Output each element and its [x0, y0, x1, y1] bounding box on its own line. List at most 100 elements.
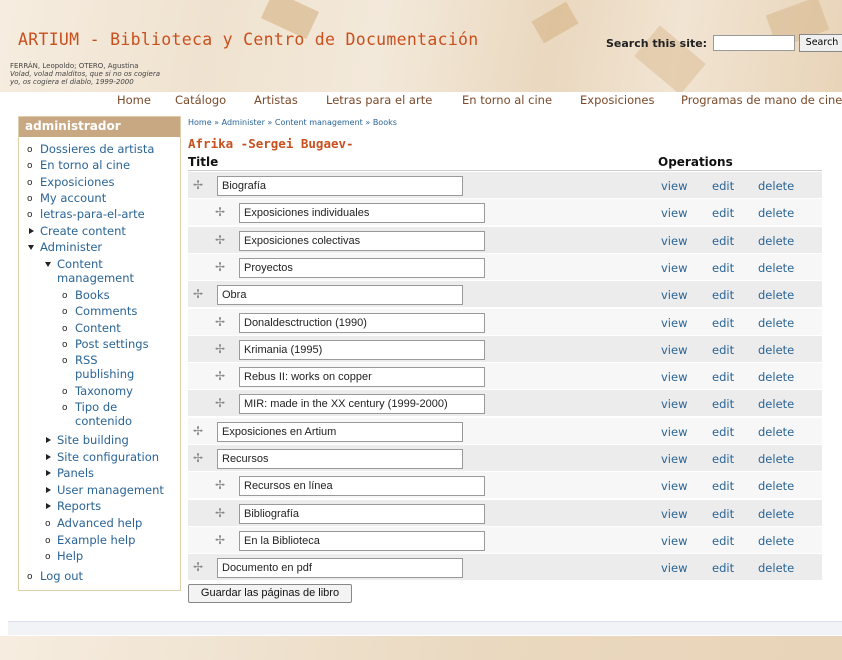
drag-handle-icon[interactable]: ✢ — [215, 397, 225, 409]
page-title-input[interactable]: Krimania (1995) — [239, 339, 485, 360]
delete-link[interactable]: delete — [758, 343, 794, 357]
page-title-input[interactable]: En la Biblioteca — [239, 530, 485, 551]
drag-handle-icon[interactable]: ✢ — [215, 261, 225, 273]
sidebar-item-comments[interactable]: Comments — [75, 304, 137, 318]
page-title-input[interactable]: Biografía — [217, 176, 463, 196]
page-title-input[interactable]: Recursos — [217, 449, 463, 469]
view-link[interactable]: view — [661, 179, 687, 193]
drag-handle-icon[interactable]: ✢ — [215, 370, 225, 382]
delete-link[interactable]: delete — [758, 534, 794, 548]
edit-link[interactable]: edit — [712, 370, 734, 384]
delete-link[interactable]: delete — [758, 425, 794, 439]
view-link[interactable]: view — [661, 206, 687, 220]
view-link[interactable]: view — [661, 316, 687, 330]
sidebar-item-content[interactable]: Content — [75, 321, 121, 335]
drag-handle-icon[interactable]: ✢ — [193, 425, 203, 437]
view-link[interactable]: view — [661, 507, 687, 521]
edit-link[interactable]: edit — [712, 534, 734, 548]
delete-link[interactable]: delete — [758, 316, 794, 330]
sidebar-item-help[interactable]: Help — [57, 549, 83, 563]
delete-link[interactable]: delete — [758, 261, 794, 275]
edit-link[interactable]: edit — [712, 561, 734, 575]
view-link[interactable]: view — [661, 234, 687, 248]
view-link[interactable]: view — [661, 479, 687, 493]
search-button[interactable]: Search — [799, 34, 842, 52]
site-title[interactable]: ARTIUM - Biblioteca y Centro de Document… — [18, 30, 479, 49]
sidebar-item-books[interactable]: Books — [75, 288, 110, 302]
page-title-input[interactable]: Rebus II: works on copper — [239, 367, 485, 388]
delete-link[interactable]: delete — [758, 479, 794, 493]
edit-link[interactable]: edit — [712, 343, 734, 357]
delete-link[interactable]: delete — [758, 288, 794, 302]
delete-link[interactable]: delete — [758, 206, 794, 220]
nav-artistas[interactable]: Artistas — [254, 93, 298, 107]
view-link[interactable]: view — [661, 397, 687, 411]
sidebar-item-panels[interactable]: Panels — [57, 466, 94, 480]
sidebar-item-site-configuration[interactable]: Site configuration — [57, 450, 159, 464]
sidebar-item-torno-cine[interactable]: En torno al cine — [40, 158, 130, 172]
view-link[interactable]: view — [661, 343, 687, 357]
sidebar-item-taxonomy[interactable]: Taxonomy — [75, 384, 133, 398]
edit-link[interactable]: edit — [712, 397, 734, 411]
breadcrumb-administer[interactable]: Administer — [222, 118, 265, 127]
sidebar-item-example-help[interactable]: Example help — [57, 533, 135, 547]
nav-catalogo[interactable]: Catálogo — [175, 93, 226, 107]
view-link[interactable]: view — [661, 425, 687, 439]
view-link[interactable]: view — [661, 370, 687, 384]
view-link[interactable]: view — [661, 261, 687, 275]
breadcrumb-home[interactable]: Home — [188, 118, 212, 127]
breadcrumb-content-management[interactable]: Content management — [275, 118, 363, 127]
nav-home[interactable]: Home — [117, 93, 151, 107]
sidebar-item-content-management-cont[interactable]: management — [57, 271, 134, 285]
drag-handle-icon[interactable]: ✢ — [193, 452, 203, 464]
drag-handle-icon[interactable]: ✢ — [215, 343, 225, 355]
nav-exposiciones[interactable]: Exposiciones — [580, 93, 655, 107]
drag-handle-icon[interactable]: ✢ — [215, 479, 225, 491]
sidebar-item-my-account[interactable]: My account — [40, 191, 106, 205]
view-link[interactable]: view — [661, 561, 687, 575]
delete-link[interactable]: delete — [758, 397, 794, 411]
drag-handle-icon[interactable]: ✢ — [193, 179, 203, 191]
page-title-input[interactable]: Exposiciones en Artium — [217, 421, 463, 442]
drag-handle-icon[interactable]: ✢ — [215, 534, 225, 546]
sidebar-item-dossieres[interactable]: Dossieres de artista — [40, 142, 154, 156]
drag-handle-icon[interactable]: ✢ — [193, 288, 203, 300]
page-title-input[interactable]: MIR: made in the XX century (1999-2000) — [239, 394, 485, 415]
edit-link[interactable]: edit — [712, 452, 734, 466]
sidebar-item-tipo-cont[interactable]: contenido — [75, 414, 132, 428]
page-title-input[interactable]: Proyectos — [239, 257, 485, 278]
view-link[interactable]: view — [661, 452, 687, 466]
page-title-input[interactable]: Obra — [217, 285, 463, 306]
sidebar-item-user-management[interactable]: User management — [57, 483, 164, 497]
delete-link[interactable]: delete — [758, 179, 794, 193]
drag-handle-icon[interactable]: ✢ — [215, 507, 225, 519]
edit-link[interactable]: edit — [712, 425, 734, 439]
sidebar-item-log-out[interactable]: Log out — [40, 569, 83, 583]
nav-programas[interactable]: Programas de mano de cine — [681, 93, 842, 107]
delete-link[interactable]: delete — [758, 370, 794, 384]
breadcrumb-books[interactable]: Books — [373, 118, 397, 127]
edit-link[interactable]: edit — [712, 479, 734, 493]
drag-handle-icon[interactable]: ✢ — [215, 316, 225, 328]
sidebar-item-tipo[interactable]: Tipo de — [75, 400, 117, 414]
sidebar-item-rss[interactable]: RSS — [75, 353, 98, 367]
edit-link[interactable]: edit — [712, 261, 734, 275]
page-title-input[interactable]: Recursos en línea — [239, 476, 485, 497]
edit-link[interactable]: edit — [712, 179, 734, 193]
page-title-input[interactable]: Donaldesctruction (1990) — [239, 312, 485, 333]
sidebar-item-rss-cont[interactable]: publishing — [75, 367, 134, 381]
drag-handle-icon[interactable]: ✢ — [193, 561, 203, 573]
view-link[interactable]: view — [661, 288, 687, 302]
edit-link[interactable]: edit — [712, 288, 734, 302]
edit-link[interactable]: edit — [712, 507, 734, 521]
delete-link[interactable]: delete — [758, 234, 794, 248]
page-title-input[interactable]: Bibliografía — [239, 503, 485, 524]
sidebar-item-create-content[interactable]: Create content — [40, 224, 126, 238]
nav-letras[interactable]: Letras para el arte — [326, 93, 432, 107]
sidebar-item-reports[interactable]: Reports — [57, 499, 101, 513]
page-title-input[interactable]: Documento en pdf — [217, 558, 463, 579]
sidebar-item-content-management[interactable]: Content — [57, 257, 103, 271]
delete-link[interactable]: delete — [758, 561, 794, 575]
nav-torno-cine[interactable]: En torno al cine — [462, 93, 552, 107]
drag-handle-icon[interactable]: ✢ — [215, 234, 225, 246]
